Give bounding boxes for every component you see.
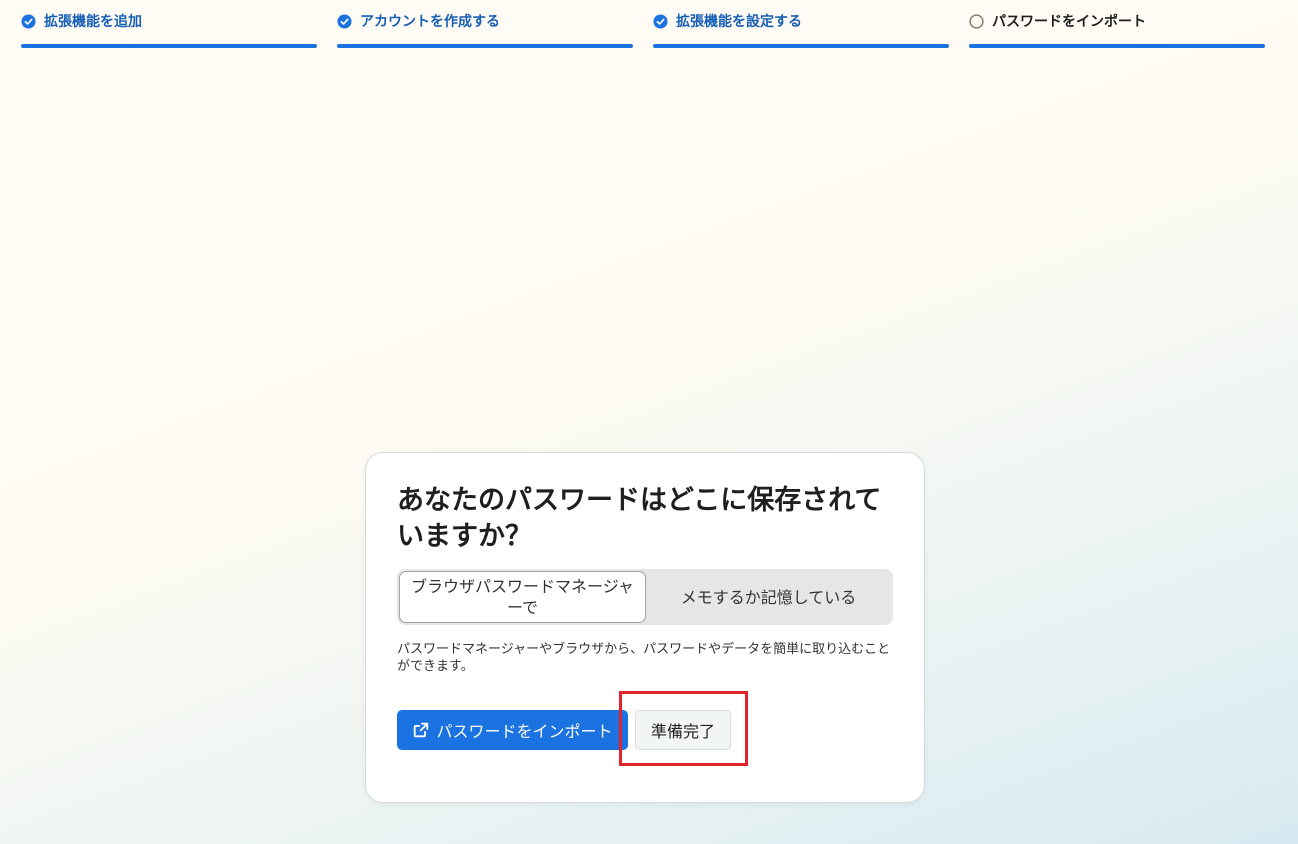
option-memo-or-memory[interactable]: メモするか記憶している	[646, 571, 891, 623]
check-circle-icon	[653, 13, 668, 29]
option-browser-password-manager[interactable]: ブラウザパスワードマネージャーで	[399, 571, 646, 623]
password-source-toggle: ブラウザパスワードマネージャーで メモするか記憶している	[397, 569, 893, 625]
step-header: アカウントを作成する	[337, 0, 633, 42]
password-source-card: あなたのパスワードはどこに保存されていますか？ ブラウザパスワードマネージャーで…	[365, 452, 925, 803]
empty-circle-icon	[969, 13, 984, 29]
step-import-passwords: パスワードをインポート	[969, 0, 1265, 50]
card-title: あなたのパスワードはどこに保存されていますか？	[397, 485, 882, 552]
step-progress-bar	[337, 44, 633, 48]
check-circle-icon	[21, 13, 36, 29]
card-description: パスワードマネージャーやブラウザから、パスワードやデータを簡単に取り込むことがで…	[397, 642, 891, 674]
step-label: 拡張機能を設定する	[676, 14, 802, 30]
import-button-label: パスワードをインポート	[436, 722, 613, 741]
step-add-extension: 拡張機能を追加	[21, 0, 317, 50]
step-header: 拡張機能を追加	[21, 0, 317, 42]
step-progress-bar	[969, 44, 1265, 48]
check-circle-icon	[337, 13, 352, 29]
step-progress-bar	[653, 44, 949, 48]
step-label: 拡張機能を追加	[44, 14, 142, 30]
external-link-icon	[414, 722, 429, 738]
step-progress-bar	[21, 44, 317, 48]
step-label: アカウントを作成する	[360, 14, 500, 30]
import-passwords-button[interactable]: パスワードをインポート	[397, 710, 628, 750]
onboarding-steps: 拡張機能を追加 アカウントを作成する 拡張機能を設定する パスワードをインポート	[21, 0, 1265, 50]
step-header: 拡張機能を設定する	[653, 0, 949, 42]
step-label: パスワードをインポート	[992, 14, 1146, 30]
ready-button[interactable]: 準備完了	[635, 710, 731, 750]
step-configure-extension: 拡張機能を設定する	[653, 0, 949, 50]
step-header: パスワードをインポート	[969, 0, 1265, 42]
step-create-account: アカウントを作成する	[337, 0, 633, 50]
